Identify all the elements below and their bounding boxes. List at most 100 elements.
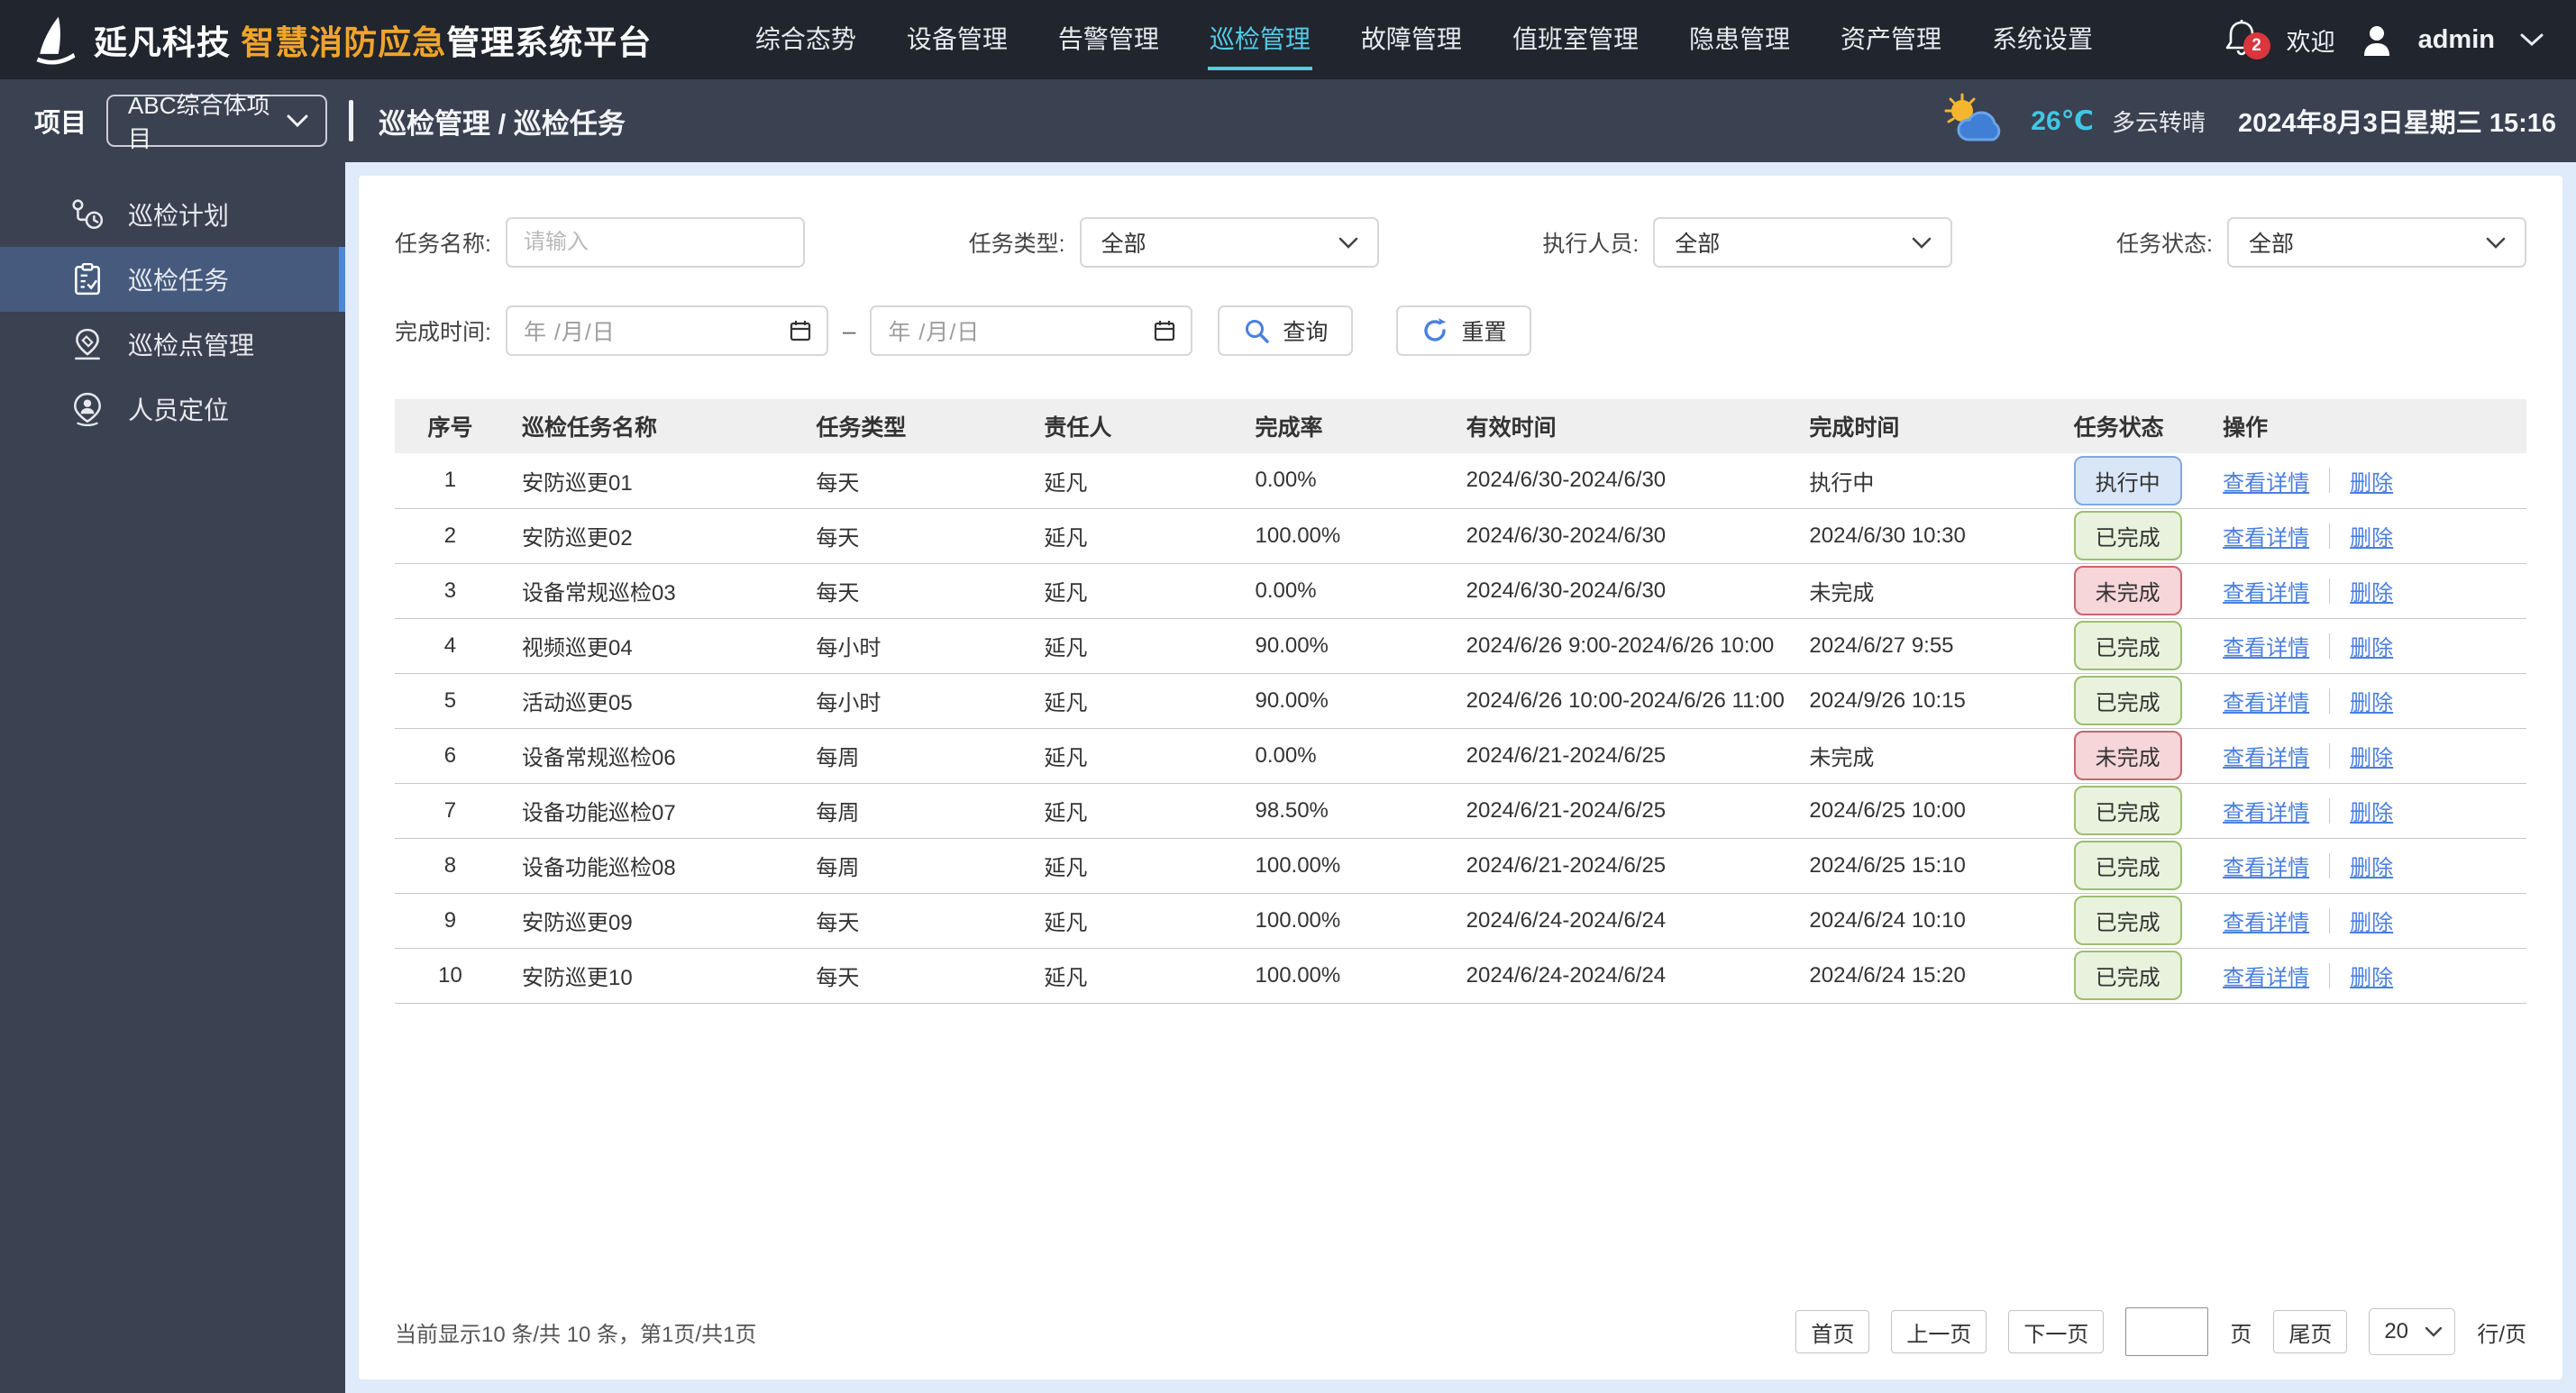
cell-task-type: 每周 bbox=[799, 838, 1028, 894]
cell-task-name: 活动巡更05 bbox=[505, 673, 800, 729]
delete-link[interactable]: 删除 bbox=[2350, 740, 2393, 771]
delete-link[interactable]: 删除 bbox=[2350, 465, 2393, 496]
breadcrumb-divider bbox=[349, 100, 353, 141]
col-task-type: 任务类型 bbox=[799, 399, 1028, 453]
nav-item-asset[interactable]: 资产管理 bbox=[1839, 9, 1943, 70]
view-detail-link[interactable]: 查看详情 bbox=[2223, 685, 2309, 716]
sidebar-item-person-locate[interactable]: 人员定位 bbox=[0, 377, 345, 442]
next-page-button[interactable]: 下一页 bbox=[2008, 1310, 2105, 1353]
welcome-text: 欢迎 bbox=[2286, 28, 2335, 56]
nav-item-duty-room[interactable]: 值班室管理 bbox=[1511, 9, 1640, 70]
view-detail-link[interactable]: 查看详情 bbox=[2223, 905, 2309, 936]
cell-owner: 延凡 bbox=[1028, 893, 1239, 949]
filter-row-2: 完成时间: 年 /月/日 – 年 /月/日 查询 重置 bbox=[395, 305, 2526, 356]
view-detail-link[interactable]: 查看详情 bbox=[2223, 740, 2309, 771]
view-detail-link[interactable]: 查看详情 bbox=[2223, 520, 2309, 551]
nav-item-fault[interactable]: 故障管理 bbox=[1359, 9, 1464, 70]
cell-valid-time: 2024/6/30-2024/6/30 bbox=[1449, 563, 1794, 619]
delete-link[interactable]: 删除 bbox=[2350, 905, 2393, 936]
calendar-icon[interactable] bbox=[1153, 319, 1176, 342]
cell-valid-time: 2024/6/30-2024/6/30 bbox=[1449, 508, 1794, 564]
view-detail-link[interactable]: 查看详情 bbox=[2223, 575, 2309, 606]
table-row: 8 设备功能巡检08 每周 延凡 100.00% 2024/6/21-2024/… bbox=[395, 838, 2526, 894]
delete-link[interactable]: 删除 bbox=[2350, 520, 2393, 551]
notification-bell-icon[interactable]: 2 bbox=[2224, 18, 2270, 61]
delete-link[interactable]: 删除 bbox=[2350, 575, 2393, 606]
sidebar-item-patrol-point[interactable]: 巡检点管理 bbox=[0, 312, 345, 377]
view-detail-link[interactable]: 查看详情 bbox=[2223, 465, 2309, 496]
sidebar-item-patrol-task[interactable]: 巡检任务 bbox=[0, 247, 345, 312]
cell-valid-time: 2024/6/24-2024/6/24 bbox=[1449, 893, 1794, 949]
page-number-input[interactable] bbox=[2125, 1307, 2209, 1356]
cell-finish-time: 未完成 bbox=[1793, 563, 2058, 619]
cell-actions: 查看详情 删除 bbox=[2206, 453, 2526, 509]
finish-time-end-input[interactable]: 年 /月/日 bbox=[870, 305, 1193, 356]
task-type-select[interactable]: 全部 bbox=[1079, 217, 1379, 268]
table-row: 10 安防巡更10 每天 延凡 100.00% 2024/6/24-2024/6… bbox=[395, 948, 2526, 1004]
chevron-down-icon bbox=[2485, 236, 2507, 250]
col-task-name: 巡检任务名称 bbox=[505, 399, 800, 453]
filter-task-type: 任务类型: 全部 bbox=[969, 217, 1379, 268]
view-detail-link[interactable]: 查看详情 bbox=[2223, 795, 2309, 826]
top-bar: 延凡科技 智慧消防应急管理系统平台 综合态势 设备管理 告警管理 巡检管理 故障… bbox=[0, 0, 2576, 79]
view-detail-link[interactable]: 查看详情 bbox=[2223, 630, 2309, 661]
cell-finish-time: 2024/6/24 10:10 bbox=[1793, 893, 2058, 949]
view-detail-link[interactable]: 查看详情 bbox=[2223, 960, 2309, 991]
filter-executor: 执行人员: 全部 bbox=[1542, 217, 1953, 268]
status-badge: 未完成 bbox=[2073, 731, 2182, 780]
table-row: 4 视频巡更04 每小时 延凡 90.00% 2024/6/26 9:00-20… bbox=[395, 618, 2526, 674]
cell-task-name: 设备功能巡检07 bbox=[505, 783, 800, 839]
task-name-label: 任务名称: bbox=[395, 232, 491, 257]
app-root: 延凡科技 智慧消防应急管理系统平台 综合态势 设备管理 告警管理 巡检管理 故障… bbox=[0, 0, 2576, 1393]
delete-link[interactable]: 删除 bbox=[2350, 630, 2393, 661]
cell-index: 2 bbox=[395, 508, 506, 564]
status-badge: 已完成 bbox=[2073, 786, 2182, 835]
table-row: 5 活动巡更05 每小时 延凡 90.00% 2024/6/26 10:00-2… bbox=[395, 673, 2526, 729]
nav-item-alarm[interactable]: 告警管理 bbox=[1056, 9, 1161, 70]
last-page-button[interactable]: 尾页 bbox=[2273, 1310, 2348, 1353]
first-page-button[interactable]: 首页 bbox=[1795, 1310, 1870, 1353]
page-size-select[interactable]: 20 bbox=[2369, 1308, 2456, 1355]
cell-index: 10 bbox=[395, 948, 506, 1004]
sidebar-item-patrol-plan[interactable]: 巡检计划 bbox=[0, 182, 345, 247]
cell-owner: 延凡 bbox=[1028, 728, 1239, 784]
task-status-select[interactable]: 全部 bbox=[2226, 217, 2526, 268]
view-detail-link[interactable]: 查看详情 bbox=[2223, 850, 2309, 881]
chevron-down-icon bbox=[2424, 1325, 2444, 1338]
sidebar-item-label: 巡检点管理 bbox=[128, 332, 255, 360]
delete-link[interactable]: 删除 bbox=[2350, 795, 2393, 826]
nav-item-settings[interactable]: 系统设置 bbox=[1990, 9, 2095, 70]
action-separator bbox=[2329, 797, 2331, 824]
project-select[interactable]: ABC综合体项目 bbox=[106, 92, 327, 152]
table-row: 3 设备常规巡检03 每天 延凡 0.00% 2024/6/30-2024/6/… bbox=[395, 563, 2526, 619]
cell-index: 5 bbox=[395, 673, 506, 729]
nav-item-hazard[interactable]: 隐患管理 bbox=[1687, 9, 1792, 70]
cell-completion-rate: 90.00% bbox=[1238, 673, 1450, 729]
sun-cloud-weather-icon bbox=[1941, 93, 2013, 149]
page-suffix-label: 页 bbox=[2230, 1322, 2252, 1347]
delete-link[interactable]: 删除 bbox=[2350, 960, 2393, 991]
table-row: 2 安防巡更02 每天 延凡 100.00% 2024/6/30-2024/6/… bbox=[395, 508, 2526, 564]
cell-index: 8 bbox=[395, 838, 506, 894]
nav-item-patrol[interactable]: 巡检管理 bbox=[1207, 9, 1312, 70]
action-separator bbox=[2329, 962, 2331, 988]
nav-item-device[interactable]: 设备管理 bbox=[905, 9, 1009, 70]
cell-valid-time: 2024/6/30-2024/6/30 bbox=[1449, 453, 1794, 509]
nav-item-overview[interactable]: 综合态势 bbox=[754, 9, 858, 70]
username[interactable]: admin bbox=[2418, 25, 2495, 55]
user-menu-chevron-down-icon[interactable] bbox=[2518, 32, 2545, 48]
prev-page-button[interactable]: 上一页 bbox=[1891, 1310, 1987, 1353]
cell-task-type: 每天 bbox=[799, 948, 1028, 1004]
delete-link[interactable]: 删除 bbox=[2350, 850, 2393, 881]
reset-button[interactable]: 重置 bbox=[1396, 305, 1532, 356]
finish-time-start-input[interactable]: 年 /月/日 bbox=[505, 305, 828, 356]
delete-link[interactable]: 删除 bbox=[2350, 685, 2393, 716]
cell-finish-time: 执行中 bbox=[1793, 453, 2058, 509]
task-name-input[interactable] bbox=[505, 217, 805, 268]
patrol-task-icon bbox=[70, 262, 105, 296]
calendar-icon[interactable] bbox=[789, 319, 812, 342]
executor-select[interactable]: 全部 bbox=[1653, 217, 1953, 268]
user-avatar-icon[interactable] bbox=[2359, 22, 2395, 58]
col-task-status: 任务状态 bbox=[2057, 399, 2207, 453]
query-button[interactable]: 查询 bbox=[1218, 305, 1354, 356]
